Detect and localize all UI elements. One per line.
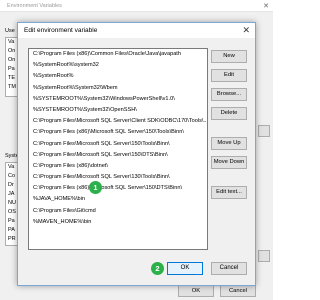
path-entry[interactable]: %SYSTEMROOT%\System32\WindowsPowerShell\…: [29, 94, 207, 105]
move-down-button[interactable]: Move Down: [211, 156, 247, 169]
browse-button[interactable]: Browse...: [211, 88, 247, 101]
edit-button[interactable]: Edit: [211, 69, 247, 82]
bg-partial-button[interactable]: [258, 125, 270, 137]
path-entry[interactable]: %SYSTEMROOT%\System32\OpenSSH\: [29, 105, 207, 116]
path-entry[interactable]: C:\Program Files (x86)\dotnet\: [29, 161, 207, 172]
path-entry[interactable]: C:\Program Files\Git\cmd: [29, 206, 207, 217]
ok-button[interactable]: OK: [167, 262, 203, 275]
bg-titlebar: Environment Variables ✕: [0, 0, 273, 12]
bg-user-section-label: Use: [5, 28, 15, 34]
path-entry[interactable]: %JAVA_HOME%\bin: [29, 194, 207, 205]
bg-close-icon[interactable]: ✕: [263, 2, 269, 10]
delete-button[interactable]: Delete: [211, 107, 247, 120]
path-entry[interactable]: C:\Program Files\Microsoft SQL Server\13…: [29, 172, 207, 183]
path-entry[interactable]: %SystemRoot%: [29, 71, 207, 82]
edit-text-button[interactable]: Edit text...: [211, 186, 247, 199]
dialog-title: Edit environment variable: [24, 27, 98, 34]
edit-environment-variable-dialog: Edit environment variable ✕ C:\Program F…: [17, 22, 256, 286]
path-entries-list[interactable]: C:\Program Files (x86)\Common Files\Orac…: [28, 48, 208, 250]
bg-ok-button[interactable]: OK: [178, 285, 214, 297]
path-entry[interactable]: %SystemRoot%\system32: [29, 60, 207, 71]
path-entry[interactable]: C:\Program Files (x86)\Microsoft SQL Ser…: [29, 183, 207, 194]
bg-window-title: Environment Variables: [7, 3, 62, 9]
path-entry[interactable]: C:\Program Files\Microsoft SQL Server\Cl…: [29, 116, 207, 127]
cancel-button[interactable]: Cancel: [211, 262, 247, 275]
dialog-titlebar: Edit environment variable ✕: [18, 23, 255, 38]
path-entry[interactable]: C:\Program Files (x86)\Common Files\Orac…: [29, 49, 207, 60]
close-icon[interactable]: ✕: [242, 25, 250, 36]
new-button[interactable]: New: [211, 50, 247, 63]
move-up-button[interactable]: Move Up: [211, 137, 247, 150]
callout-badge-1: 1: [89, 181, 102, 194]
path-entry[interactable]: C:\Program Files\Microsoft SQL Server\15…: [29, 150, 207, 161]
path-entry[interactable]: %SystemRoot%\System32\Wbem: [29, 83, 207, 94]
path-entry[interactable]: C:\Program Files\Microsoft SQL Server\15…: [29, 139, 207, 150]
callout-badge-2: 2: [151, 262, 164, 275]
path-entry-maven-home[interactable]: %MAVEN_HOME%\bin: [29, 216, 207, 228]
path-entry[interactable]: C:\Program Files (x86)\Microsoft SQL Ser…: [29, 127, 207, 138]
bg-partial-button[interactable]: [258, 250, 270, 262]
bg-cancel-button[interactable]: Cancel: [220, 285, 256, 297]
